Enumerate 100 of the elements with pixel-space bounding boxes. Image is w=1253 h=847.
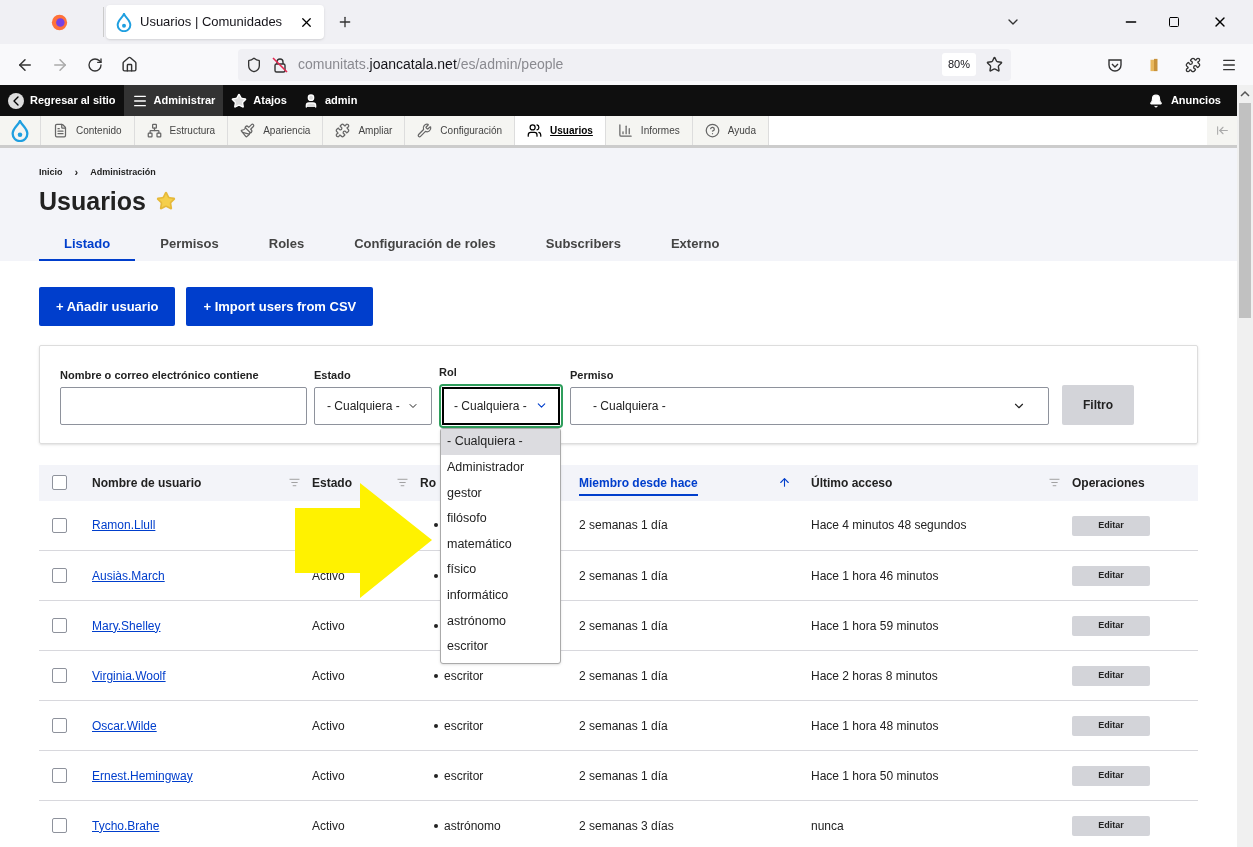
dropdown-option[interactable]: - Cualquiera - <box>441 429 560 455</box>
tray-menu-item[interactable]: Estructura <box>134 116 229 145</box>
toolbar-item[interactable]: Administrar <box>123 85 224 116</box>
column-header[interactable]: Operaciones <box>1072 473 1145 492</box>
bullet-icon <box>434 823 438 828</box>
edit-button[interactable]: Editar <box>1072 815 1150 836</box>
role-text: escritor <box>444 767 484 785</box>
toolbar-item[interactable]: Atajos <box>223 85 295 116</box>
status-select[interactable]: - Cualquiera - <box>314 386 432 425</box>
address-bar[interactable]: comunitats.joancatala.net/es/admin/people 80% <box>238 48 1011 81</box>
column-header[interactable]: Nombre de usuario <box>92 473 202 492</box>
insecure-lock-icon[interactable] <box>272 56 288 73</box>
row-checkbox[interactable] <box>52 768 67 783</box>
edit-button[interactable]: Editar <box>1072 515 1150 536</box>
status-text: Activo <box>312 818 345 833</box>
edit-button[interactable]: Editar <box>1072 665 1150 686</box>
dropdown-option[interactable]: filósofo <box>441 505 560 532</box>
row-checkbox[interactable] <box>52 568 67 583</box>
field-label: Rol <box>439 365 458 380</box>
home-icon[interactable] <box>121 56 138 73</box>
row-checkbox[interactable] <box>52 718 67 733</box>
bullet-icon <box>434 773 438 778</box>
edit-button[interactable]: Editar <box>1072 615 1150 636</box>
shortcut-star-icon[interactable] <box>156 191 176 212</box>
tray-menu-item[interactable]: Ayuda <box>692 116 769 145</box>
username-link[interactable]: Mary.Shelley <box>92 618 161 633</box>
pocket-icon[interactable] <box>1107 56 1123 73</box>
zoom-level-button[interactable]: 80% <box>941 53 976 76</box>
action-button[interactable]: + Añadir usuario <box>39 287 176 326</box>
dropdown-option[interactable]: físico <box>441 556 560 583</box>
permission-select[interactable]: - Cualquiera - <box>570 386 1049 425</box>
action-button[interactable]: + Import users from CSV <box>186 287 374 326</box>
tab[interactable]: Externo <box>645 228 745 261</box>
tab[interactable]: Permisos <box>135 228 244 261</box>
tray-menu-item[interactable]: Informes <box>605 116 693 145</box>
last-access-text: nunca <box>811 818 844 833</box>
toolbar-item[interactable]: Regresar al sitio <box>0 85 124 116</box>
column-header[interactable]: Último acceso <box>811 473 893 492</box>
dropdown-option[interactable]: Administrador <box>441 454 560 481</box>
bell-icon <box>1148 93 1163 108</box>
tab[interactable]: Subscribers <box>520 228 646 261</box>
wrench-icon <box>417 123 433 138</box>
username-link[interactable]: Virginia.Woolf <box>92 668 166 683</box>
username-link[interactable]: Tycho.Brahe <box>92 818 160 833</box>
brush-icon <box>240 123 256 138</box>
status-text: Activo <box>312 718 345 733</box>
select-all-checkbox[interactable] <box>52 475 67 490</box>
dropdown-option[interactable]: escritor <box>441 633 560 660</box>
scrollbar-thumb[interactable] <box>1239 103 1251 318</box>
breadcrumb-link[interactable]: Administración <box>90 165 156 179</box>
new-tab-icon[interactable] <box>337 14 353 30</box>
dropdown-option[interactable]: informático <box>441 582 560 609</box>
bullet-icon <box>434 573 438 578</box>
row-checkbox[interactable] <box>52 668 67 683</box>
dropdown-option[interactable]: matemático <box>441 531 560 557</box>
tray-menu-item[interactable]: Ampliar <box>323 116 406 145</box>
column-header[interactable]: Estado <box>312 473 352 492</box>
toolbar-item[interactable]: admin <box>294 85 366 116</box>
breadcrumb-link[interactable]: Inicio <box>39 165 63 179</box>
column-header[interactable]: Miembro desde hace <box>579 473 698 496</box>
column-header[interactable]: Ro <box>420 473 436 492</box>
tray-menu-item[interactable]: Apariencia <box>228 116 324 145</box>
member-since-text: 2 semanas 1 día <box>579 718 668 733</box>
reload-icon[interactable] <box>87 56 103 73</box>
username-link[interactable]: Oscar.Wilde <box>92 718 157 733</box>
firefox-logo-icon[interactable] <box>51 13 68 31</box>
extensions-icon[interactable] <box>1185 56 1201 73</box>
row-checkbox[interactable] <box>52 517 67 533</box>
row-checkbox[interactable] <box>52 818 67 833</box>
last-access-text: Hace 1 hora 59 minutos <box>811 618 939 633</box>
status-text: Activo <box>312 768 345 783</box>
username-link[interactable]: Ramon.Llull <box>92 518 156 533</box>
tray-menu-item[interactable]: Configuración <box>405 116 516 145</box>
role-select[interactable]: - Cualquiera - <box>439 383 563 428</box>
bookmark-star-icon[interactable] <box>986 56 1003 73</box>
help-icon <box>704 123 720 138</box>
edit-button[interactable]: Editar <box>1072 565 1150 586</box>
announcements-link[interactable]: Anuncios <box>1132 85 1237 116</box>
scroll-up-icon[interactable] <box>1240 89 1250 99</box>
tray-menu-item[interactable]: Contenido <box>41 116 135 145</box>
browser-tab[interactable]: Usuarios | Comunidades <box>106 5 324 39</box>
status-text: Activo <box>312 618 345 633</box>
username-link[interactable]: Ernest.Hemingway <box>92 768 193 783</box>
filter-button[interactable]: Filtro <box>1062 384 1134 425</box>
edit-button[interactable]: Editar <box>1072 765 1150 786</box>
last-access-text: Hace 1 hora 50 minutos <box>811 768 939 783</box>
dropdown-option[interactable]: gestor <box>441 480 560 506</box>
tab[interactable]: Configuración de roles <box>329 228 521 261</box>
maximize-icon[interactable] <box>1168 16 1180 28</box>
tab[interactable]: Listado <box>39 228 136 261</box>
tab[interactable]: Roles <box>243 228 330 261</box>
drupal-logo-icon <box>116 12 132 32</box>
row-checkbox[interactable] <box>52 618 67 633</box>
shield-icon[interactable] <box>246 56 262 73</box>
puzzle-icon <box>335 123 351 138</box>
username-link[interactable]: Ausiàs.March <box>92 568 165 583</box>
edit-button[interactable]: Editar <box>1072 715 1150 736</box>
bullet-icon <box>434 723 438 728</box>
dropdown-option[interactable]: astrónomo <box>441 608 560 634</box>
name-field[interactable] <box>60 386 307 425</box>
